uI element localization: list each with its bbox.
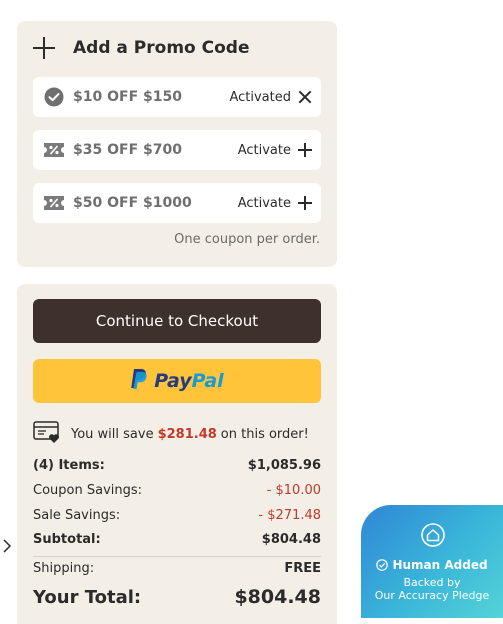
paypal-logo-icon xyxy=(130,368,148,394)
check-circle-icon xyxy=(43,86,65,108)
close-icon[interactable] xyxy=(297,89,313,105)
savings-message: You will save $281.48 on this order! xyxy=(33,421,309,447)
paypal-pay-text: Pay xyxy=(154,370,192,392)
total-row: Your Total: $804.48 xyxy=(33,586,321,608)
subtotal-row: Subtotal: $804.48 xyxy=(33,532,321,547)
save-prefix: You will save xyxy=(71,426,154,442)
save-suffix: on this order! xyxy=(220,426,309,442)
items-label: (4) Items: xyxy=(33,458,105,473)
summary-divider xyxy=(33,556,321,557)
shipping-row: Shipping: FREE xyxy=(33,561,321,576)
promo-header[interactable]: Add a Promo Code xyxy=(33,36,250,60)
coupon-name: $10 OFF $150 xyxy=(73,89,182,105)
paypal-pal-text: Pal xyxy=(191,370,224,392)
total-value: $804.48 xyxy=(234,586,321,608)
promo-title: Add a Promo Code xyxy=(73,38,250,58)
coupon-status: Activated xyxy=(229,89,291,105)
shipping-label: Shipping: xyxy=(33,561,95,576)
coupon-name: $35 OFF $700 xyxy=(73,142,182,158)
plus-icon[interactable] xyxy=(297,195,313,211)
check-circle-icon xyxy=(376,559,389,571)
plus-icon[interactable] xyxy=(33,37,55,59)
items-value: $1,085.96 xyxy=(247,458,321,473)
badge-line-1: Backed by xyxy=(403,576,461,589)
coupon-activate-label[interactable]: Activate xyxy=(238,196,291,211)
coupon-row[interactable]: $10 OFF $150 Activated xyxy=(33,77,321,117)
paypal-button[interactable]: Pay Pal xyxy=(33,359,321,403)
coupon-ticket-icon xyxy=(43,139,65,161)
coupon-savings-value: - $10.00 xyxy=(266,483,321,498)
coupon-savings-row: Coupon Savings: - $10.00 xyxy=(33,483,321,498)
badge-line-2: Our Accuracy Pledge xyxy=(374,589,490,602)
home-icon xyxy=(421,523,445,551)
subtotal-value: $804.48 xyxy=(261,532,321,547)
wallet-heart-icon xyxy=(33,420,61,448)
accuracy-pledge-badge[interactable]: Human Added Backed by Our Accuracy Pledg… xyxy=(361,505,503,618)
subtotal-label: Subtotal: xyxy=(33,532,101,547)
sale-savings-row: Sale Savings: - $271.48 xyxy=(33,508,321,523)
coupon-name: $50 OFF $1000 xyxy=(73,195,192,211)
save-amount: $281.48 xyxy=(157,426,217,442)
promo-code-panel: Add a Promo Code $10 OFF $150 Activated … xyxy=(17,21,337,267)
continue-to-checkout-button[interactable]: Continue to Checkout xyxy=(33,299,321,343)
chevron-right-icon[interactable] xyxy=(2,538,12,553)
coupon-activate-label[interactable]: Activate xyxy=(238,143,291,158)
coupon-row[interactable]: $50 OFF $1000 Activate xyxy=(33,183,321,223)
badge-heading: Human Added xyxy=(361,558,503,572)
order-summary-panel: Continue to Checkout Pay Pal You will sav… xyxy=(17,284,337,624)
items-row: (4) Items: $1,085.96 xyxy=(33,458,321,473)
coupon-row[interactable]: $35 OFF $700 Activate xyxy=(33,130,321,170)
coupon-ticket-icon xyxy=(43,192,65,214)
total-label: Your Total: xyxy=(33,586,142,608)
badge-title: Human Added xyxy=(392,558,488,572)
plus-icon[interactable] xyxy=(297,142,313,158)
coupon-savings-label: Coupon Savings: xyxy=(33,483,143,498)
coupon-limit-note: One coupon per order. xyxy=(174,232,320,247)
sale-savings-label: Sale Savings: xyxy=(33,508,121,523)
sale-savings-value: - $271.48 xyxy=(258,508,321,523)
shipping-value: FREE xyxy=(284,561,321,576)
